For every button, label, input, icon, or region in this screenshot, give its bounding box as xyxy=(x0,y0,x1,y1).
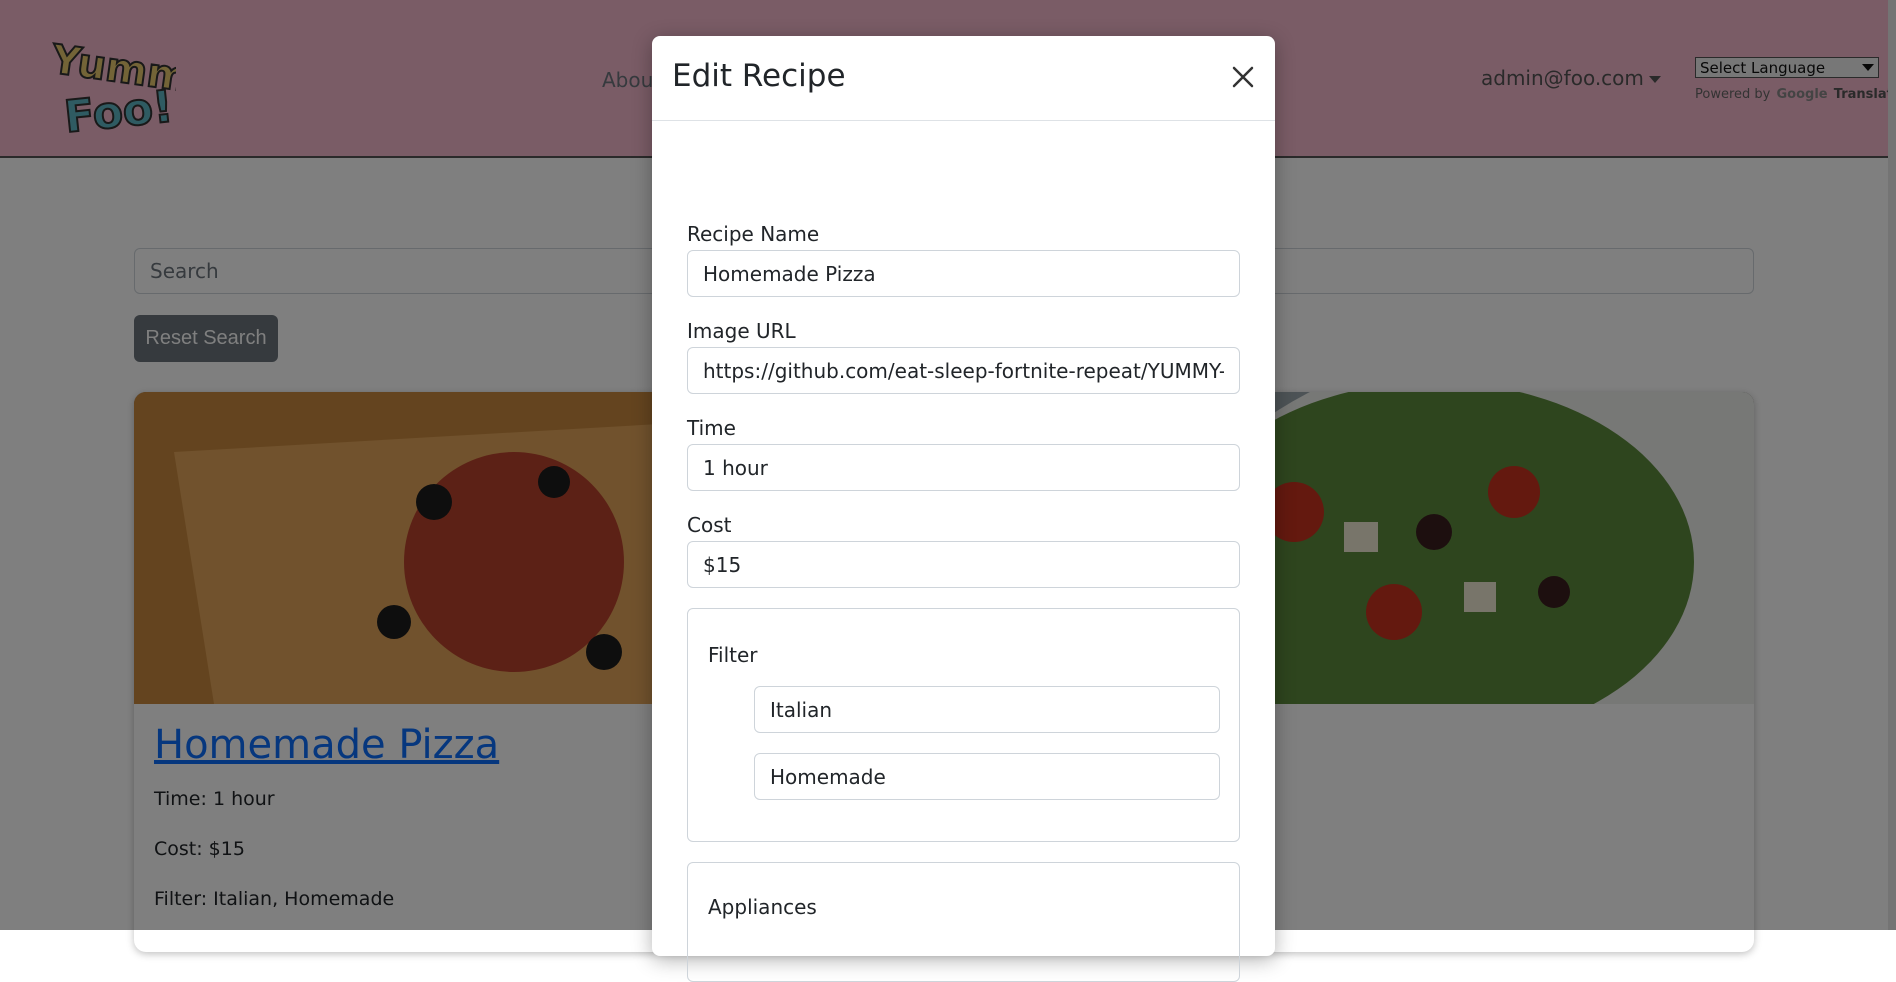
time-label: Time xyxy=(687,416,736,440)
modal-header: Edit Recipe xyxy=(652,36,1275,121)
filter-legend: Filter xyxy=(708,643,758,667)
filter-input-1[interactable] xyxy=(754,686,1220,733)
image-url-input[interactable] xyxy=(687,347,1240,394)
filter-fieldset: Filter xyxy=(687,608,1240,842)
appliances-legend: Appliances xyxy=(708,895,817,919)
edit-recipe-modal: Edit Recipe Recipe Name Image URL Time C… xyxy=(652,36,1275,982)
close-icon xyxy=(1232,66,1254,88)
recipe-name-label: Recipe Name xyxy=(687,222,820,246)
filter-input-2[interactable] xyxy=(754,753,1220,800)
image-url-label: Image URL xyxy=(687,319,796,343)
close-button[interactable] xyxy=(1228,62,1258,92)
cost-label: Cost xyxy=(687,513,732,537)
appliances-fieldset: Appliances xyxy=(687,862,1240,982)
recipe-name-input[interactable] xyxy=(687,250,1240,297)
time-input[interactable] xyxy=(687,444,1240,491)
cost-input[interactable] xyxy=(687,541,1240,588)
modal-title: Edit Recipe xyxy=(672,58,846,94)
